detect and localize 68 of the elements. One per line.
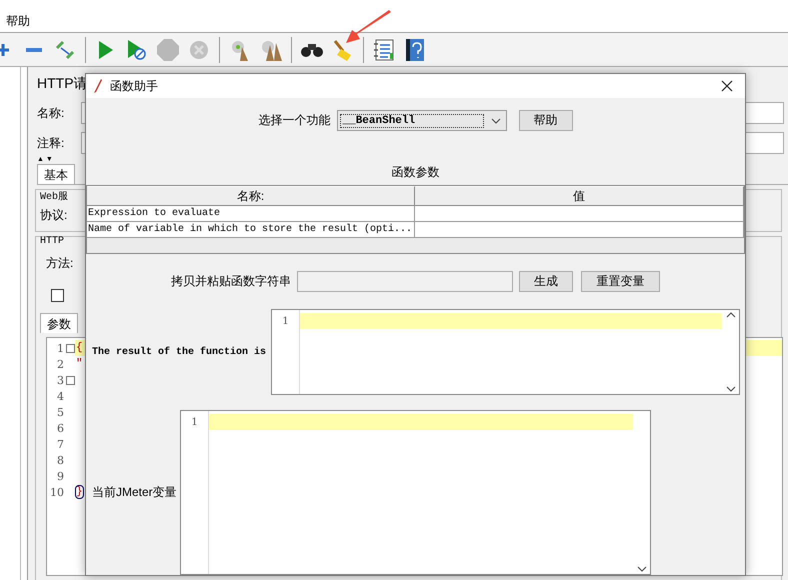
dialog-title: 函数助手	[110, 78, 159, 94]
function-string-field[interactable]	[297, 271, 513, 292]
line-number: 4	[56, 390, 64, 402]
minus-icon	[26, 46, 42, 52]
generate-button[interactable]: 生成	[519, 271, 573, 292]
line-number: 2	[56, 358, 64, 370]
close-icon	[721, 80, 733, 92]
toolbar-button[interactable]	[404, 38, 426, 62]
group-legend: Web服	[40, 189, 68, 203]
result-editor[interactable]: 1	[271, 309, 740, 395]
line-number: 1	[56, 342, 64, 354]
menu-item[interactable]: 帮助	[6, 12, 30, 30]
function-select[interactable]: __BeanShell	[336, 110, 506, 131]
x-circle-icon	[189, 40, 209, 60]
column-header[interactable]: 值	[415, 186, 744, 206]
scroll-down-icon[interactable]	[636, 566, 646, 572]
value-cell[interactable]	[415, 206, 744, 222]
copy-label: 拷贝并粘贴函数字符串	[171, 273, 291, 290]
list-icon	[373, 38, 395, 60]
scroll-up-icon[interactable]	[726, 312, 736, 318]
tab[interactable]: 参数	[40, 313, 78, 333]
line-number: 9	[56, 470, 64, 482]
line-number: 3	[56, 374, 64, 386]
line-number: 1	[282, 316, 289, 327]
pen-icon	[94, 79, 102, 93]
column-header[interactable]: 名称:	[87, 186, 415, 206]
params-title: 函数参数	[392, 164, 440, 181]
line-number: 8	[56, 454, 64, 466]
fold-icon[interactable]	[66, 344, 75, 352]
chevron-down-icon	[490, 118, 500, 124]
group-legend: HTTP	[40, 236, 64, 247]
function-label: 选择一个功能	[258, 112, 330, 129]
code-text: {	[76, 342, 83, 354]
help-book-icon	[406, 38, 424, 60]
scroll-down-icon[interactable]	[726, 386, 736, 392]
gear-brooms-icon	[260, 38, 282, 60]
line-number: 5	[56, 406, 64, 418]
play-no-timer-icon	[128, 40, 146, 60]
name-label: 名称:	[37, 104, 66, 122]
line-number: 7	[56, 438, 64, 450]
fold-icon[interactable]	[66, 376, 75, 384]
toolbar-button[interactable]	[373, 38, 395, 62]
tab[interactable]: 基本	[37, 164, 75, 184]
table-cell: Name of variable in which to store the result (opti...	[87, 222, 415, 238]
protocol-label: 协议:	[40, 206, 68, 224]
code-text: "	[76, 358, 83, 370]
line-number: 10	[49, 486, 64, 498]
variables-label: 当前JMeter变量	[92, 484, 175, 501]
play-icon	[99, 40, 113, 58]
method-label: 方法:	[46, 254, 74, 272]
line-number: 1	[191, 417, 198, 428]
help-button[interactable]: 帮助	[518, 110, 572, 131]
table-cell: Expression to evaluate	[87, 206, 415, 222]
value-cell[interactable]	[415, 222, 744, 238]
comment-label: 注释:	[37, 134, 66, 152]
code-text: }	[76, 486, 83, 498]
checkbox[interactable]	[51, 288, 64, 302]
broom-icon	[333, 38, 353, 60]
line-number: 6	[56, 422, 64, 434]
arrow-annotation	[345, 10, 393, 44]
result-label: The result of the function is	[92, 346, 266, 358]
binoculars-icon	[301, 42, 323, 58]
stop-sign-icon	[157, 38, 179, 60]
reset-button[interactable]: 重置变量	[581, 271, 660, 292]
gear-broom-icon	[230, 38, 250, 60]
variables-editor[interactable]: 1	[180, 410, 651, 575]
wand-icon	[55, 40, 75, 60]
panel-title: HTTP请	[37, 75, 88, 93]
